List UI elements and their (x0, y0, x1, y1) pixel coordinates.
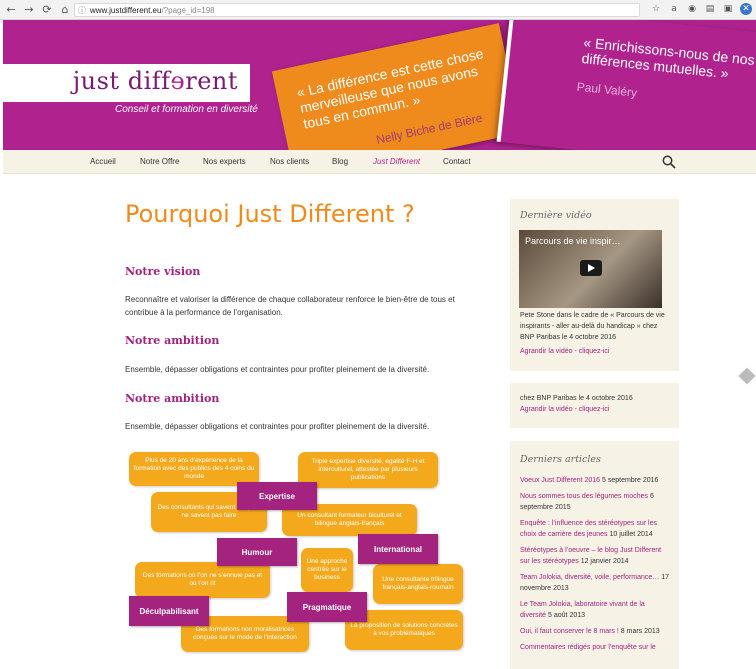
values-diagram: Plus de 20 ans d’expérience de la format… (125, 446, 475, 658)
list-item: Enquête : l’influence des stéréotypes su… (520, 518, 672, 540)
menu-item-nos-experts[interactable]: Nos experts (203, 157, 246, 166)
diagram-label-humour: Humour (217, 538, 297, 566)
page-extension-icon[interactable]: ▤ (704, 3, 716, 15)
articles-widget: Derniers articles Voeux Just Different 2… (510, 441, 679, 669)
list-item: Nous sommes tous des légumes moches 6 se… (520, 491, 672, 513)
section-text: Ensemble, dépasser obligations et contra… (125, 365, 430, 374)
logo[interactable]: just diffɘrent (3, 64, 250, 102)
save-extension-icon[interactable]: ▣ (722, 3, 734, 15)
article-link[interactable]: Oui, il faut conserver le 8 mars ! (520, 628, 619, 635)
list-item: Voeux Just Different 2016 5 septembre 20… (520, 475, 672, 486)
diagram-label-deculpabilisant: Déculpabilisant (129, 596, 209, 626)
video-player[interactable]: Parcours de vie inspir… (519, 230, 662, 308)
menu-item-just-different[interactable]: Just Different (373, 157, 420, 166)
video-widget-2: chez BNP Paribas le 4 octobre 2016 Agran… (510, 383, 679, 428)
article-date: 5 septembre 2016 (602, 477, 659, 484)
section-heading: Notre vision (125, 265, 201, 278)
article-date: 5 août 2013 (548, 612, 586, 619)
info-icon[interactable]: ⓘ (78, 5, 86, 16)
quote-text: « Enrichissons-nous de nos différences m… (580, 34, 756, 82)
reload-icon[interactable]: ⟳ (40, 3, 54, 17)
camera-extension-icon[interactable]: ◉ (686, 3, 698, 15)
main-menu: Accueil Notre Offre Nos experts Nos clie… (3, 150, 756, 174)
video-description: chez BNP Paribas le 4 octobre 2016 (520, 395, 633, 402)
list-item: Stéréotypes à l’oeuvre – le blog Just Di… (520, 545, 672, 567)
browser-toolbar: ← → ⟳ ⌂ ⓘ www.justdifferent.eu/?page_id=… (0, 0, 756, 20)
logo-text: just diff (72, 67, 171, 95)
article-date: 12 janvier 2014 (580, 558, 629, 565)
play-icon[interactable] (580, 260, 602, 276)
diagram-label-expertise: Expertise (237, 482, 317, 510)
section-heading: Notre ambition (125, 392, 220, 405)
section-text: Reconnaître et valoriser la différence d… (125, 295, 455, 317)
articles-list: Voeux Just Different 2016 5 septembre 20… (520, 475, 672, 658)
diagram-box: Des formations où l’on ne s’ennuie pas e… (135, 562, 270, 598)
logo-reversed-e: ɘ (170, 67, 186, 95)
menu-item-contact[interactable]: Contact (443, 157, 471, 166)
diagram-box: Triple expertise diversité, égalité F-H … (298, 452, 438, 488)
article-link[interactable]: Voeux Just Different 2016 (520, 477, 600, 484)
article-date: 10 juillet 2014 (609, 531, 653, 538)
diagram-box: Plus de 20 ans d’expérience de la format… (129, 452, 259, 486)
article-date: 8 mars 2013 (620, 628, 660, 635)
quote-card-orange: « La différence est cette chose merveill… (271, 23, 523, 150)
back-icon[interactable]: ← (4, 3, 18, 17)
enlarge-video-link[interactable]: Agrandir la vidéo - cliquez-ici (520, 346, 609, 357)
star-icon[interactable]: ☆ (650, 3, 662, 15)
menu-item-accueil[interactable]: Accueil (90, 157, 116, 166)
widget-title: Dernière vidéo (520, 210, 592, 221)
diagram-label-pragmatique: Pragmatique (287, 592, 367, 622)
video-title: Parcours de vie inspir… (525, 236, 621, 246)
forward-icon[interactable]: → (22, 3, 36, 17)
section-text: Ensemble, dépasser obligations et contra… (125, 422, 430, 431)
close-extension-icon[interactable]: ✕ (740, 3, 752, 15)
logo-text-end: rent (185, 67, 238, 95)
list-item: Le Team Jolokia, laboratoire vivant de l… (520, 599, 672, 621)
article-link[interactable]: Commentaires rédigés pour l’enquête sur … (520, 644, 656, 651)
quote-author: Nelly Biche de Bière (375, 110, 484, 147)
address-bar[interactable]: ⓘ www.justdifferent.eu/?page_id=198 (74, 3, 640, 17)
url-host: www.justdifferent.eu (90, 5, 162, 15)
site-tagline: Conseil et formation en diversité (115, 104, 258, 115)
quote-author: Paul Valéry (576, 79, 638, 100)
page-title: Pourquoi Just Different ? (125, 200, 415, 228)
home-icon[interactable]: ⌂ (58, 3, 72, 17)
article-link[interactable]: Nous sommes tous des légumes moches (520, 493, 648, 500)
widget-title: Derniers articles (520, 454, 601, 465)
list-item: Commentaires rédigés pour l’enquête sur … (520, 642, 672, 653)
list-item: Oui, il faut conserver le 8 mars ! 8 mar… (520, 626, 672, 637)
amazon-extension-icon[interactable]: a (668, 3, 680, 15)
article-link[interactable]: Team Jolokia, diversité, voile, performa… (520, 574, 659, 581)
menu-item-blog[interactable]: Blog (332, 157, 348, 166)
diagram-box: Une approche centrée sur le business (301, 548, 353, 592)
quote-card-purple: « Enrichissons-nous de nos différences m… (496, 20, 756, 150)
header-banner: « La différence est cette chose merveill… (3, 20, 756, 150)
menu-item-notre-offre[interactable]: Notre Offre (140, 157, 179, 166)
search-icon[interactable] (662, 155, 676, 169)
enlarge-video-link[interactable]: Agrandir la vidéo - cliquez-ici (520, 404, 609, 415)
video-widget: Dernière vidéo Parcours de vie inspir… P… (510, 199, 679, 371)
diagram-label-international: International (358, 534, 438, 564)
scroll-arrow-icon[interactable] (738, 367, 756, 385)
url-path: /?page_id=198 (161, 5, 215, 15)
section-heading: Notre ambition (125, 334, 220, 347)
list-item: Team Jolokia, diversité, voile, performa… (520, 572, 672, 594)
diagram-box: Une consultante trilingue français-angla… (373, 564, 463, 604)
menu-item-nos-clients[interactable]: Nos clients (270, 157, 309, 166)
video-description: Pete Stone dans le cadre de « Parcours d… (520, 312, 665, 341)
